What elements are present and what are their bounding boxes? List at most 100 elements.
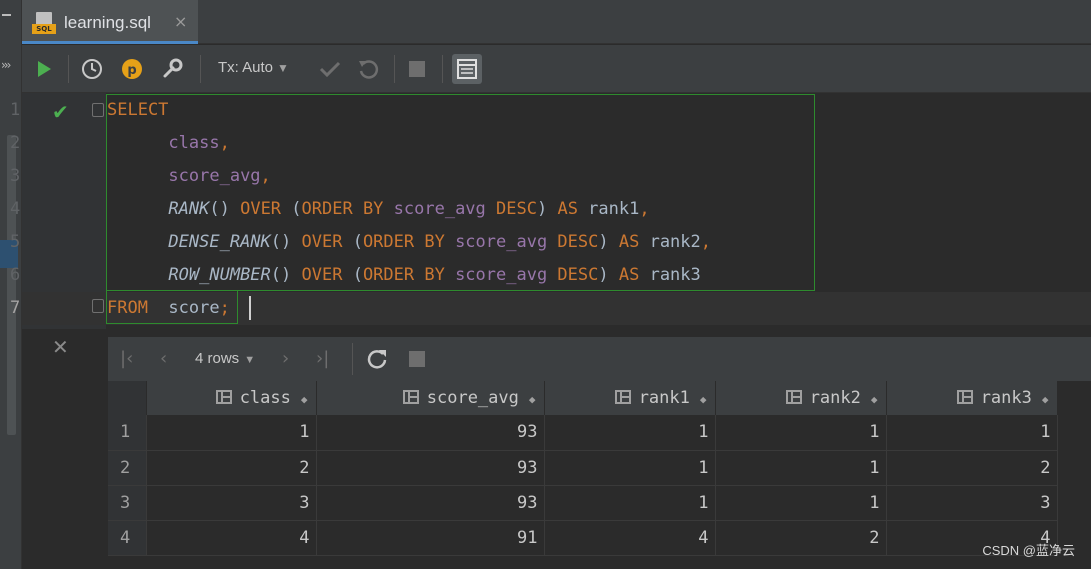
checkmark-icon [319,61,341,78]
clock-icon [82,59,102,79]
line-number: 7 [10,298,21,318]
table-cell[interactable]: 2 [146,450,317,486]
table-cell[interactable]: 1 [544,450,716,486]
table-cell[interactable]: 1 [886,415,1058,451]
column-header-rank1[interactable]: rank1 ◆ [544,381,716,415]
next-page-icon[interactable]: › [282,348,289,369]
column-icon [402,390,419,404]
sql-badge: SQL [32,24,56,34]
column-header-score-avg[interactable]: score_avg ◆ [316,381,545,415]
sort-icon[interactable]: ◆ [301,393,308,406]
play-icon [38,61,51,77]
column-icon [785,390,802,404]
results-body: 1 1 93 1 1 1 2 2 93 1 1 2 3 3 93 1 1 3 4 4 91 4 2 4 [108,415,1058,556]
stop-button[interactable] [403,55,431,83]
row-number-header [108,381,147,415]
results-grid[interactable]: class ◆ score_avg ◆ rank1 ◆ rank2 ◆ rank3 ◆ 1… [108,381,1058,556]
rollback-button[interactable] [354,55,382,83]
column-icon [614,390,631,404]
table-cell[interactable]: 1 [715,415,887,451]
query-toolbar: p Tx: Auto ▼ [22,45,1091,93]
stop-icon [409,351,425,367]
table-cell[interactable]: 91 [316,520,545,556]
column-icon [215,390,232,404]
refresh-icon [367,350,387,369]
rows-count-label: 4 rows [195,350,240,367]
table-cell[interactable]: 1 [544,415,716,451]
last-page-icon[interactable]: ›| [316,348,329,369]
tab-learning-sql[interactable]: SQL learning.sql × [22,0,198,44]
chevron-down-icon: ▼ [277,61,289,75]
line-number: 2 [10,133,21,153]
table-cell[interactable]: 1 [715,485,887,521]
text-cursor [249,296,251,320]
column-header-rank2[interactable]: rank2 ◆ [715,381,887,415]
toolbar-divider [200,55,201,83]
transaction-mode-dropdown[interactable]: Tx: Auto ▼ [218,59,289,76]
statement-highlight [106,94,815,291]
sort-icon[interactable]: ◆ [529,393,536,406]
toolbar-divider [442,55,443,83]
table-view-icon [457,59,477,79]
results-toolbar-divider [352,343,353,375]
wrench-icon [163,58,183,78]
toolbar-divider [394,55,395,83]
table-cell[interactable]: 4 [544,520,716,556]
table-cell[interactable]: 2 [715,520,887,556]
row-number: 1 [108,415,147,451]
chevron-down-icon: ▼ [244,354,256,366]
close-icon[interactable]: × [174,12,187,31]
table-cell[interactable]: 3 [146,485,317,521]
table-cell[interactable]: 4 [146,520,317,556]
refresh-button[interactable] [366,348,388,374]
explain-plan-button[interactable]: p [118,55,146,83]
expand-chevron-icon[interactable]: ››› [1,58,12,72]
first-page-icon[interactable]: |‹ [120,348,133,369]
run-button[interactable] [30,55,58,83]
toolbar-divider [68,55,69,83]
row-number: 2 [108,450,147,486]
execution-success-icon: ✔ [52,100,69,124]
cancel-query-button[interactable] [409,351,425,371]
table-cell[interactable]: 93 [316,415,545,451]
sort-icon[interactable]: ◆ [1042,393,1049,406]
table-cell[interactable]: 1 [544,485,716,521]
watermark: CSDN @蓝净云 [982,543,1075,558]
table-row[interactable]: 1 1 93 1 1 1 [108,415,1058,451]
editor-tab-bar: SQL learning.sql × [22,0,1091,44]
line-number: 6 [10,265,21,285]
results-toolbar: |‹ ‹ 4 rows ▼ › ›| [108,337,1091,381]
line-number: 5 [10,232,21,252]
table-cell[interactable]: 93 [316,485,545,521]
column-header-class[interactable]: class ◆ [146,381,317,415]
row-number: 3 [108,485,147,521]
close-results-icon[interactable]: ✕ [52,335,69,359]
line-number: 3 [10,166,21,186]
output-format-button[interactable] [452,54,482,84]
table-cell[interactable]: 1 [715,450,887,486]
results-panel: ✕ |‹ ‹ 4 rows ▼ › ›| class ◆ score_avg ◆ ra… [22,329,1091,569]
column-header-rank3[interactable]: rank3 ◆ [886,381,1058,415]
table-cell[interactable]: 3 [886,485,1058,521]
sort-icon[interactable]: ◆ [871,393,878,406]
svg-text:p: p [127,63,136,78]
commit-button[interactable] [316,55,344,83]
fold-start-icon[interactable] [92,103,104,117]
column-icon [956,390,973,404]
settings-button[interactable] [158,55,186,83]
table-row[interactable]: 4 4 91 4 2 4 [108,520,1058,556]
table-cell[interactable]: 1 [146,415,317,451]
rows-count-dropdown[interactable]: 4 rows ▼ [195,350,255,367]
sort-icon[interactable]: ◆ [700,393,707,406]
prev-page-icon[interactable]: ‹ [160,348,167,369]
table-row[interactable]: 3 3 93 1 1 3 [108,485,1058,521]
minimize-icon[interactable] [2,14,11,16]
history-button[interactable] [78,55,106,83]
fold-end-icon[interactable] [92,299,104,313]
line-number: 4 [10,199,21,219]
undo-icon [359,60,379,79]
table-cell[interactable]: 93 [316,450,545,486]
table-cell[interactable]: 2 [886,450,1058,486]
table-row[interactable]: 2 2 93 1 1 2 [108,450,1058,486]
line-number: 1 [10,100,21,120]
